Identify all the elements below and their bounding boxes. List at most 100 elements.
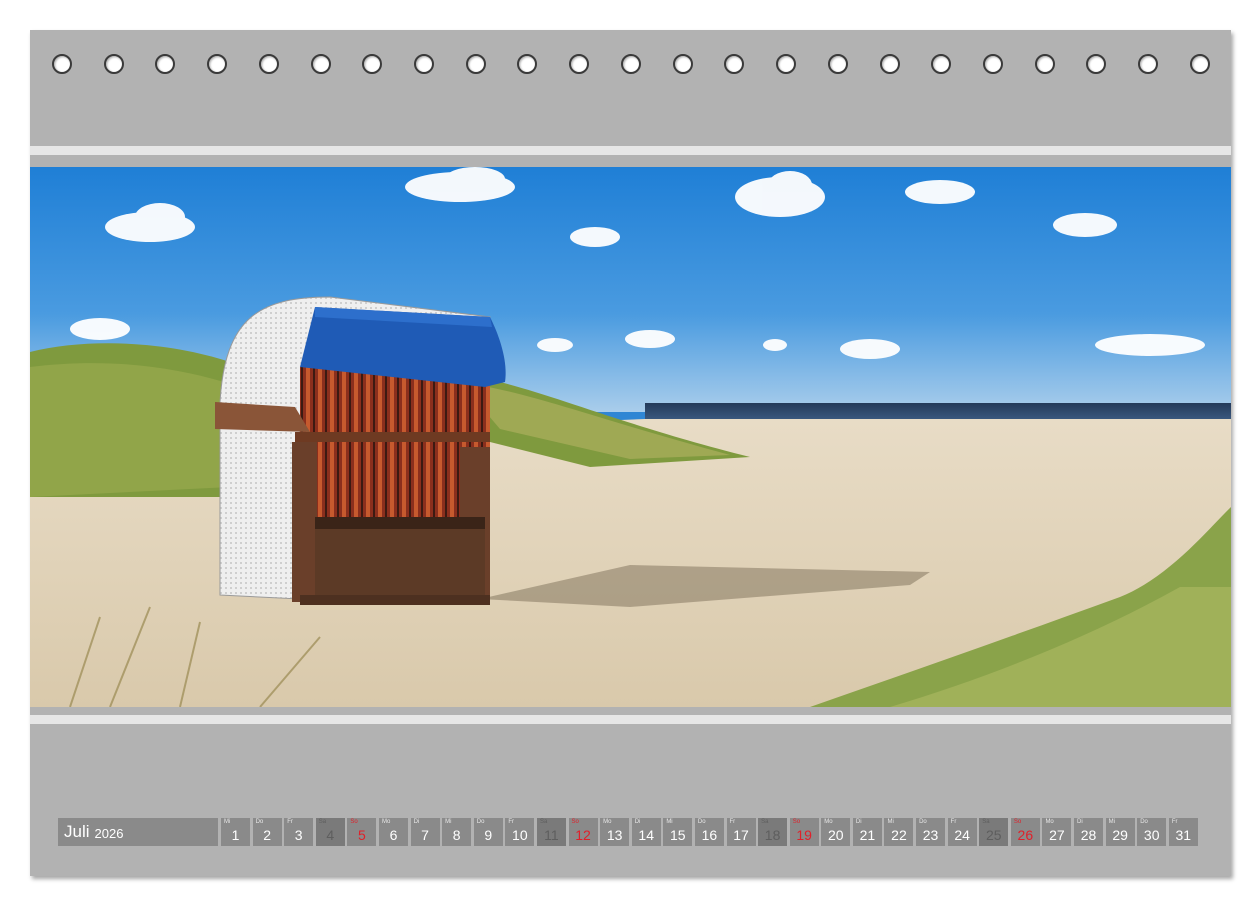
day-number: 7 — [421, 827, 429, 843]
weekday-label: Sa — [539, 819, 548, 825]
day-cell: Mo 6 — [378, 818, 408, 846]
day-cell: Mi 15 — [663, 818, 693, 846]
day-cell: Sa 11 — [536, 818, 566, 846]
bottom-divider — [30, 715, 1231, 724]
binding-hole — [931, 54, 952, 74]
day-cell: Do 9 — [473, 818, 503, 846]
day-number: 28 — [1080, 827, 1097, 843]
day-cell: Di 7 — [410, 818, 440, 846]
weekday-label: Mi — [666, 819, 673, 825]
binding-hole — [879, 54, 900, 74]
weekday-label: Do — [255, 819, 264, 825]
day-cell: Di 28 — [1074, 818, 1104, 846]
day-number: 12 — [575, 827, 591, 843]
day-cell: Fr 31 — [1168, 818, 1198, 846]
day-number: 23 — [922, 827, 939, 843]
binding-hole — [465, 54, 486, 74]
day-cell: So 12 — [568, 818, 598, 846]
weekday-label: So — [1013, 819, 1022, 825]
weekday-label: Di — [1077, 819, 1083, 825]
day-cell: Fr 3 — [284, 818, 314, 846]
month-year: 2026 — [94, 825, 124, 841]
day-cell: Sa 18 — [758, 818, 788, 846]
day-cell: Mo 13 — [600, 818, 630, 846]
top-divider — [30, 146, 1231, 155]
day-number: 9 — [484, 827, 493, 843]
beach-chair — [215, 296, 506, 605]
binding-hole — [672, 54, 693, 74]
day-number: 22 — [891, 827, 907, 843]
day-cell: Do 2 — [252, 818, 282, 846]
day-number: 6 — [389, 827, 398, 843]
weekday-label: Mi — [1108, 819, 1115, 825]
binding-hole — [1034, 54, 1055, 74]
day-number: 5 — [357, 827, 366, 843]
day-number: 1 — [231, 827, 240, 843]
weekday-label: Mo — [603, 819, 612, 825]
day-cell: Fr 24 — [947, 818, 977, 846]
binding-hole — [517, 54, 538, 74]
day-number: 20 — [827, 827, 844, 843]
day-cell: Do 30 — [1137, 818, 1167, 846]
binding-hole — [620, 54, 641, 74]
binding-hole — [258, 54, 279, 74]
weekday-label: Fr — [287, 819, 293, 825]
binding-hole — [827, 54, 848, 74]
day-number: 31 — [1175, 827, 1192, 843]
day-cell: Do 23 — [916, 818, 946, 846]
day-number: 27 — [1049, 827, 1065, 843]
weekday-label: Mo — [381, 819, 391, 825]
weekday-label: Mi — [887, 819, 894, 825]
day-number: 16 — [701, 827, 718, 843]
beach-chair-photo — [30, 167, 1231, 707]
day-number: 3 — [294, 827, 303, 843]
day-cell: Mo 20 — [821, 818, 851, 846]
binding-hole — [310, 54, 331, 74]
day-cell: Di 14 — [631, 818, 661, 846]
day-number: 21 — [859, 827, 876, 843]
binding-hole — [1138, 54, 1159, 74]
weekday-label: Do — [919, 819, 927, 825]
weekday-label: Sa — [318, 819, 327, 825]
day-cell: Sa 4 — [315, 818, 345, 846]
weekday-label: So — [571, 819, 579, 825]
day-number: 30 — [1143, 827, 1160, 843]
day-cells: Mi 1 Do 2 Fr 3 Sa 4 So 5 Mo 6 Di 7 Mi 8 Do 9 Fr 10 Sa 11 So 12 M… — [221, 818, 1200, 846]
day-number: 13 — [606, 827, 623, 843]
day-cell: So 19 — [789, 818, 819, 846]
weekday-label: Fr — [1171, 819, 1178, 825]
weekday-label: Do — [697, 819, 706, 825]
binding-hole — [362, 54, 383, 74]
day-number: 15 — [670, 827, 686, 843]
wall-calendar: Juli 2026 Mi 1 Do 2 Fr 3 Sa 4 So 5 Mo 6 Di 7 Mi 8 Do 9 Fr 1… — [30, 30, 1231, 876]
day-cell: Fr 17 — [726, 818, 756, 846]
day-cell: So 5 — [347, 818, 377, 846]
weekday-label: Do — [1140, 819, 1148, 825]
binding-hole — [103, 54, 124, 74]
weekday-label: So — [350, 819, 358, 825]
day-cell: Mo 27 — [1042, 818, 1072, 846]
day-number: 10 — [512, 827, 528, 843]
day-number: 4 — [326, 827, 335, 843]
day-number: 17 — [733, 827, 749, 843]
weekday-label: Sa — [982, 819, 990, 825]
day-number: 8 — [452, 827, 461, 843]
binding-hole — [1189, 54, 1210, 74]
weekday-label: Di — [413, 819, 420, 825]
day-number: 19 — [796, 827, 812, 843]
binding-hole — [52, 54, 72, 74]
day-number: 26 — [1017, 827, 1034, 843]
binding-hole — [207, 54, 228, 74]
weekday-label: Sa — [761, 819, 769, 825]
weekday-label: Di — [855, 819, 862, 825]
day-cell: Mi 22 — [884, 818, 914, 846]
day-cell: Mi 1 — [221, 818, 250, 846]
binding-hole — [982, 54, 1003, 74]
weekday-label: Mi — [224, 819, 231, 825]
day-cell: Fr 10 — [505, 818, 535, 846]
binding-holes — [52, 54, 1210, 80]
binding-hole — [155, 54, 176, 74]
day-number: 29 — [1112, 827, 1128, 843]
binding-hole — [1086, 54, 1107, 74]
binding-hole — [776, 54, 797, 74]
